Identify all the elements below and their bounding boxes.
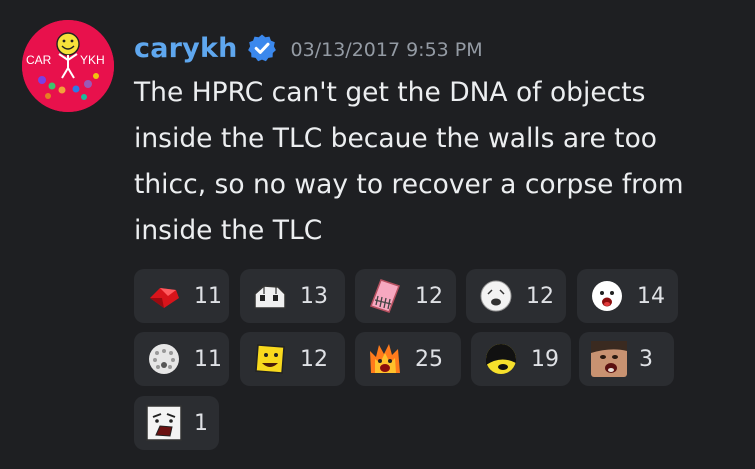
avatar-text-right: YKH — [80, 53, 105, 67]
reaction-yellow-face[interactable]: 12 — [240, 332, 345, 386]
golf-ball-holes-emoji-icon — [149, 344, 179, 374]
reaction-screaming-man[interactable]: 3 — [579, 332, 674, 386]
message-timestamp: 03/13/2017 9:53 PM — [290, 38, 483, 61]
message-line: inside the TLC — [134, 215, 323, 246]
reaction-bracelety-house[interactable]: 13 — [240, 269, 345, 323]
reaction-count: 19 — [531, 346, 559, 372]
message-header: carykh 03/13/2017 9:53 PM — [134, 28, 483, 68]
author-username[interactable]: carykh — [134, 33, 238, 64]
snowball-screaming-emoji-icon — [592, 281, 622, 311]
reaction-count: 1 — [194, 410, 208, 436]
firey-emoji-icon — [370, 344, 400, 373]
reaction-ruby[interactable]: 11 — [134, 269, 229, 323]
reaction-count: 3 — [639, 346, 653, 372]
eraser-emoji-icon — [370, 279, 400, 313]
reaction-count: 12 — [526, 283, 554, 309]
reaction-eraser[interactable]: 12 — [355, 269, 456, 323]
avatar-text-left: CAR — [26, 53, 52, 67]
reaction-golf-ball-holes[interactable]: 11 — [134, 332, 229, 386]
chat-message: CAR YKH carykh 03/13/2017 9:53 PM The HP… — [0, 0, 755, 469]
reaction-count: 11 — [194, 283, 222, 309]
yellow-face-emoji-icon — [255, 344, 285, 374]
reaction-snowball-screaming[interactable]: 14 — [577, 269, 678, 323]
reaction-crying-face[interactable]: 1 — [134, 396, 219, 450]
reaction-count: 12 — [415, 283, 443, 309]
reaction-count: 12 — [300, 346, 328, 372]
ruby-emoji-icon — [150, 288, 179, 308]
message-line: inside the TLC becaue the walls are too — [134, 123, 657, 154]
reaction-count: 13 — [300, 283, 328, 309]
bracelety-house-emoji-icon — [254, 285, 286, 309]
verified-check-icon — [247, 34, 276, 62]
reaction-golf-ball[interactable]: 12 — [466, 269, 566, 323]
reaction-black-hair[interactable]: 19 — [471, 332, 571, 386]
reaction-firey[interactable]: 25 — [355, 332, 461, 386]
black-hair-emoji-icon — [486, 344, 516, 374]
screaming-man-emoji-icon — [591, 341, 627, 377]
crying-face-emoji-icon — [146, 405, 182, 441]
author-avatar[interactable]: CAR YKH — [22, 20, 114, 112]
reaction-count: 11 — [194, 346, 222, 372]
message-line: The HPRC can't get the DNA of objects — [134, 77, 646, 108]
golf-ball-emoji-icon — [480, 280, 512, 312]
message-line: thicc, so no way to recover a corpse fro… — [134, 169, 684, 200]
reaction-count: 25 — [415, 346, 443, 372]
message-content: The HPRC can't get the DNA of objects in… — [134, 70, 734, 254]
reaction-count: 14 — [637, 283, 665, 309]
avatar-image: CAR YKH — [22, 20, 114, 112]
